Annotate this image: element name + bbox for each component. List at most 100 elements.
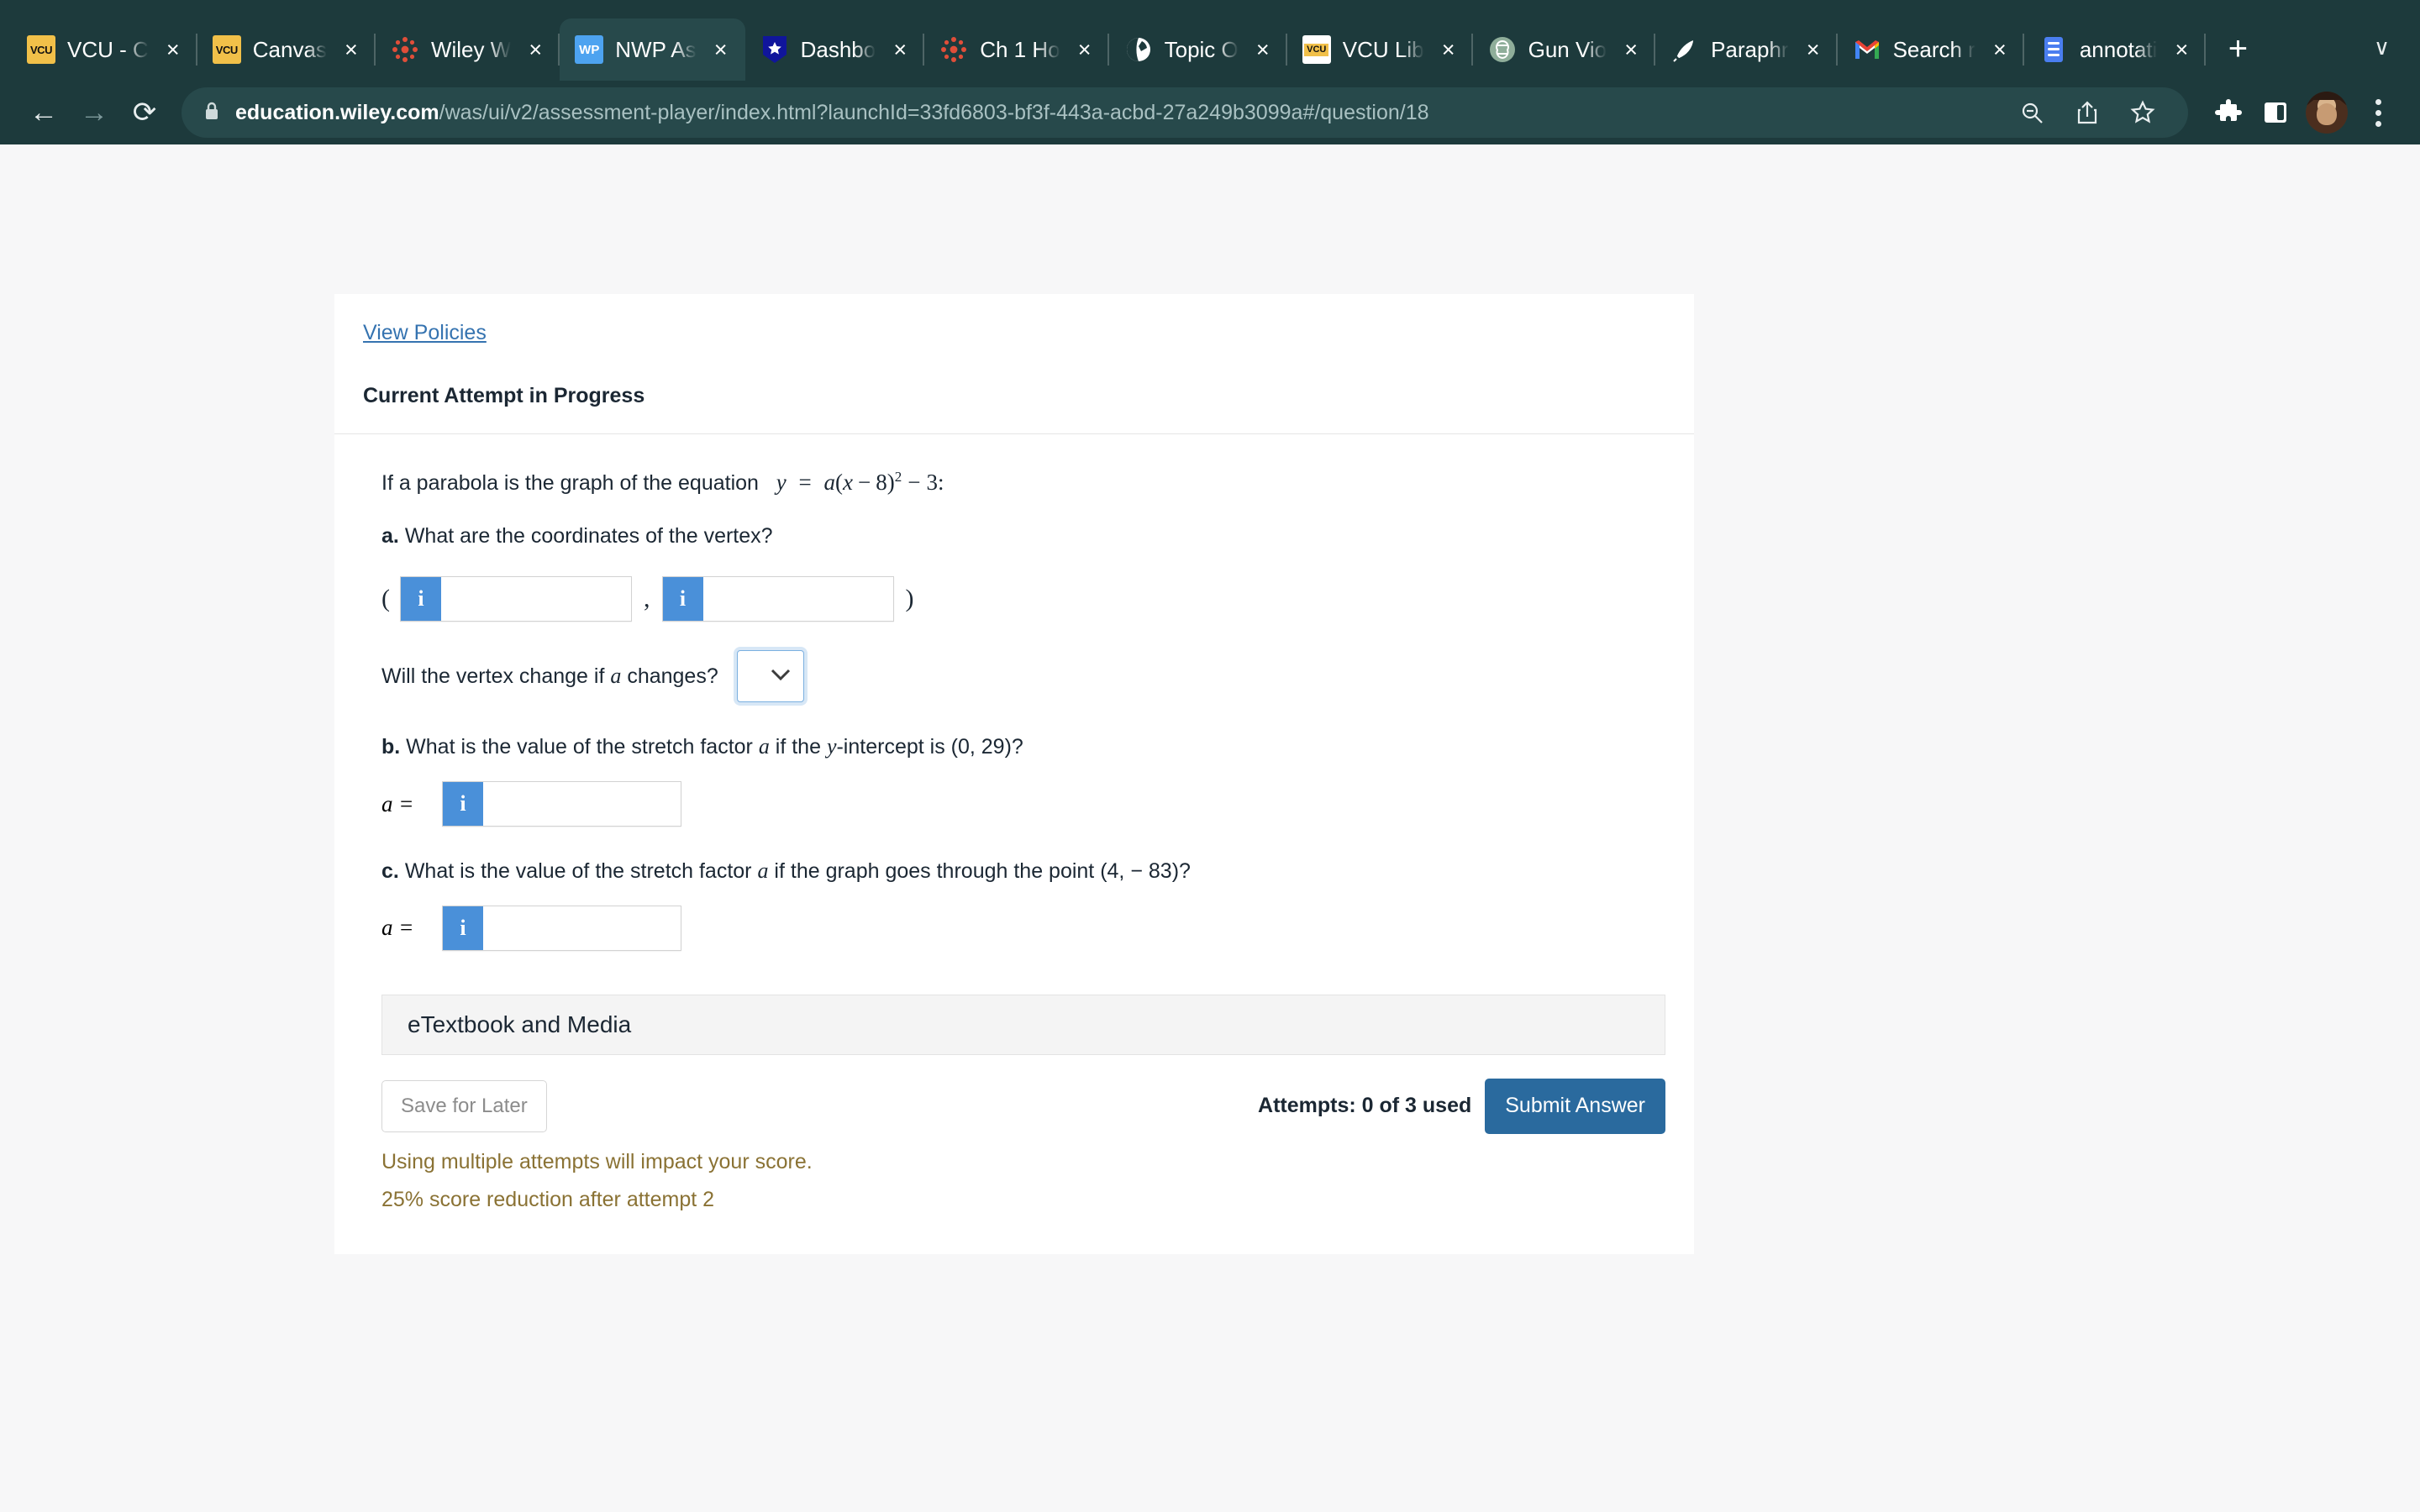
close-icon[interactable]: × <box>1987 37 2012 62</box>
browser-tab-3-active[interactable]: WP NWP As × <box>560 18 745 81</box>
attempt-warning-line-2: 25% score reduction after attempt 2 <box>381 1187 715 1211</box>
part-b-text-1: What is the value of the stretch factor <box>406 735 753 759</box>
tab-title: Topic O <box>1164 36 1239 62</box>
open-paren: ( <box>381 585 390 613</box>
attempts-counter: Attempts: 0 of 3 used <box>1258 1094 1472 1118</box>
lock-icon[interactable] <box>203 101 220 125</box>
assessment-card: View Policies Current Attempt in Progres… <box>334 294 1694 1255</box>
equation-minus: − <box>858 470 871 495</box>
question-stem: If a parabola is the graph of the equati… <box>381 466 1665 499</box>
quill-icon <box>1670 35 1699 64</box>
browser-tab-2[interactable]: Wiley W × <box>376 18 560 81</box>
etextbook-and-media-panel[interactable]: eTextbook and Media <box>381 994 1665 1055</box>
close-icon[interactable]: × <box>1072 37 1097 62</box>
back-arrow-icon[interactable]: ← <box>18 87 69 138</box>
browser-tab-10[interactable]: Search r × <box>1838 18 2024 81</box>
page-title: Current Attempt in Progress <box>363 384 645 407</box>
info-icon[interactable]: i <box>401 577 441 622</box>
close-icon[interactable]: × <box>887 37 913 62</box>
browser-toolbar: ← → ⟳ education.wiley.com/was/ui/v2/asse… <box>0 81 2420 144</box>
tab-search-chevron-down-icon[interactable]: ∨ <box>2374 34 2390 60</box>
wiley-plus-icon: WP <box>575 35 604 64</box>
view-policies-link[interactable]: View Policies <box>363 321 487 345</box>
save-for-later-button[interactable]: Save for Later <box>381 1079 547 1132</box>
vertex-answer-row: ( i , i ) <box>381 576 1665 622</box>
equation: y = a(x −8)2−3: <box>776 469 944 495</box>
tab-list: VCU VCU - C × VCU Canvas × Wiley W × WP … <box>12 18 2365 81</box>
part-b-input[interactable] <box>483 782 681 827</box>
part-c-text-2: if the graph goes through the point (4, <box>774 859 1125 884</box>
equation-open-paren: ( <box>835 470 844 495</box>
question-part-c-label: c. What is the value of the stretch fact… <box>381 855 1665 887</box>
part-c-text-1: What is the value of the stretch factor <box>404 859 752 884</box>
equation-colon: : <box>937 470 944 495</box>
reload-icon[interactable]: ⟳ <box>119 87 170 138</box>
part-c-input[interactable] <box>483 906 681 950</box>
tab-title: VCU - C <box>67 36 149 62</box>
tab-title: Ch 1 Ho <box>980 36 1060 62</box>
browser-tab-0[interactable]: VCU VCU - C × <box>12 18 197 81</box>
equation-equals: = <box>798 470 812 495</box>
info-icon[interactable]: i <box>443 906 483 950</box>
browser-tab-7[interactable]: VCU VCU Lib × <box>1287 18 1473 81</box>
tab-title: Canvas <box>252 36 327 62</box>
close-icon[interactable]: × <box>160 37 186 62</box>
browser-tab-5[interactable]: Ch 1 Ho × <box>924 18 1109 81</box>
vertex-y-answer-box[interactable]: i <box>661 576 894 622</box>
browser-tab-11[interactable]: annotati × <box>2024 18 2207 81</box>
zoom-out-icon[interactable] <box>2008 89 2055 136</box>
part-a-marker: a. <box>381 524 399 549</box>
browser-tab-6[interactable]: Topic O × <box>1109 18 1287 81</box>
part-c-a-equals: a = <box>381 915 414 941</box>
browser-tab-4[interactable]: Dashbo × <box>745 18 925 81</box>
question-body: If a parabola is the graph of the equati… <box>334 434 1694 1254</box>
part-c-marker: c. <box>381 859 399 884</box>
vertex-x-input[interactable] <box>441 577 631 622</box>
extensions-puzzle-icon[interactable] <box>2205 89 2252 136</box>
part-b-answer-box[interactable]: i <box>442 781 681 827</box>
close-icon[interactable]: × <box>1250 37 1276 62</box>
browser-tab-1[interactable]: VCU Canvas × <box>197 18 376 81</box>
equation-lhs: y <box>776 470 786 495</box>
close-icon[interactable]: × <box>1436 37 1461 62</box>
vertex-x-answer-box[interactable]: i <box>400 576 632 622</box>
vertex-change-row: Will the vertex change if a changes? <box>381 650 1665 703</box>
close-icon[interactable]: × <box>708 37 734 62</box>
globe-icon <box>1124 35 1153 64</box>
forward-arrow-icon[interactable]: → <box>69 87 119 138</box>
browser-tab-9[interactable]: Paraphr × <box>1655 18 1838 81</box>
close-icon[interactable]: × <box>1801 37 1826 62</box>
share-icon[interactable] <box>2064 89 2111 136</box>
browser-tab-8[interactable]: Gun Vio × <box>1473 18 1656 81</box>
tab-title: Paraphr <box>1711 36 1789 62</box>
equation-close-paren: ) <box>886 470 895 495</box>
vertex-y-input[interactable] <box>702 577 893 622</box>
profile-avatar[interactable] <box>2306 92 2348 134</box>
bookmark-star-icon[interactable] <box>2119 89 2166 136</box>
equation-three: 3 <box>926 470 938 495</box>
close-icon[interactable]: × <box>1618 37 1644 62</box>
info-icon[interactable]: i <box>443 782 483 827</box>
info-icon[interactable]: i <box>662 577 703 622</box>
equation-x: x <box>843 470 853 495</box>
new-tab-button[interactable]: + <box>2214 25 2261 72</box>
address-bar[interactable]: education.wiley.com/was/ui/v2/assessment… <box>182 87 2188 138</box>
part-a-text: What are the coordinates of the vertex? <box>404 524 773 549</box>
omnibox-actions <box>2008 89 2166 136</box>
page-viewport: View Policies Current Attempt in Progres… <box>0 144 2420 1512</box>
tab-title: annotati <box>2079 36 2158 62</box>
side-panel-icon[interactable] <box>2252 89 2299 136</box>
browser-menu-kebab-icon[interactable] <box>2354 89 2402 136</box>
equation-exponent: 2 <box>894 469 902 485</box>
submit-answer-button[interactable]: Submit Answer <box>1485 1078 1665 1134</box>
chevron-down-icon[interactable] <box>768 664 793 689</box>
vertex-change-prompt-before: Will the vertex change if <box>381 664 605 688</box>
chatgpt-icon <box>1488 35 1517 64</box>
part-c-answer-row: a = i <box>381 905 1665 951</box>
part-c-answer-box[interactable]: i <box>442 905 681 951</box>
vertex-change-var: a <box>610 664 622 689</box>
vertex-change-select[interactable] <box>736 650 804 703</box>
close-icon[interactable]: × <box>339 37 364 62</box>
close-icon[interactable]: × <box>2169 37 2194 62</box>
close-icon[interactable]: × <box>523 37 548 62</box>
